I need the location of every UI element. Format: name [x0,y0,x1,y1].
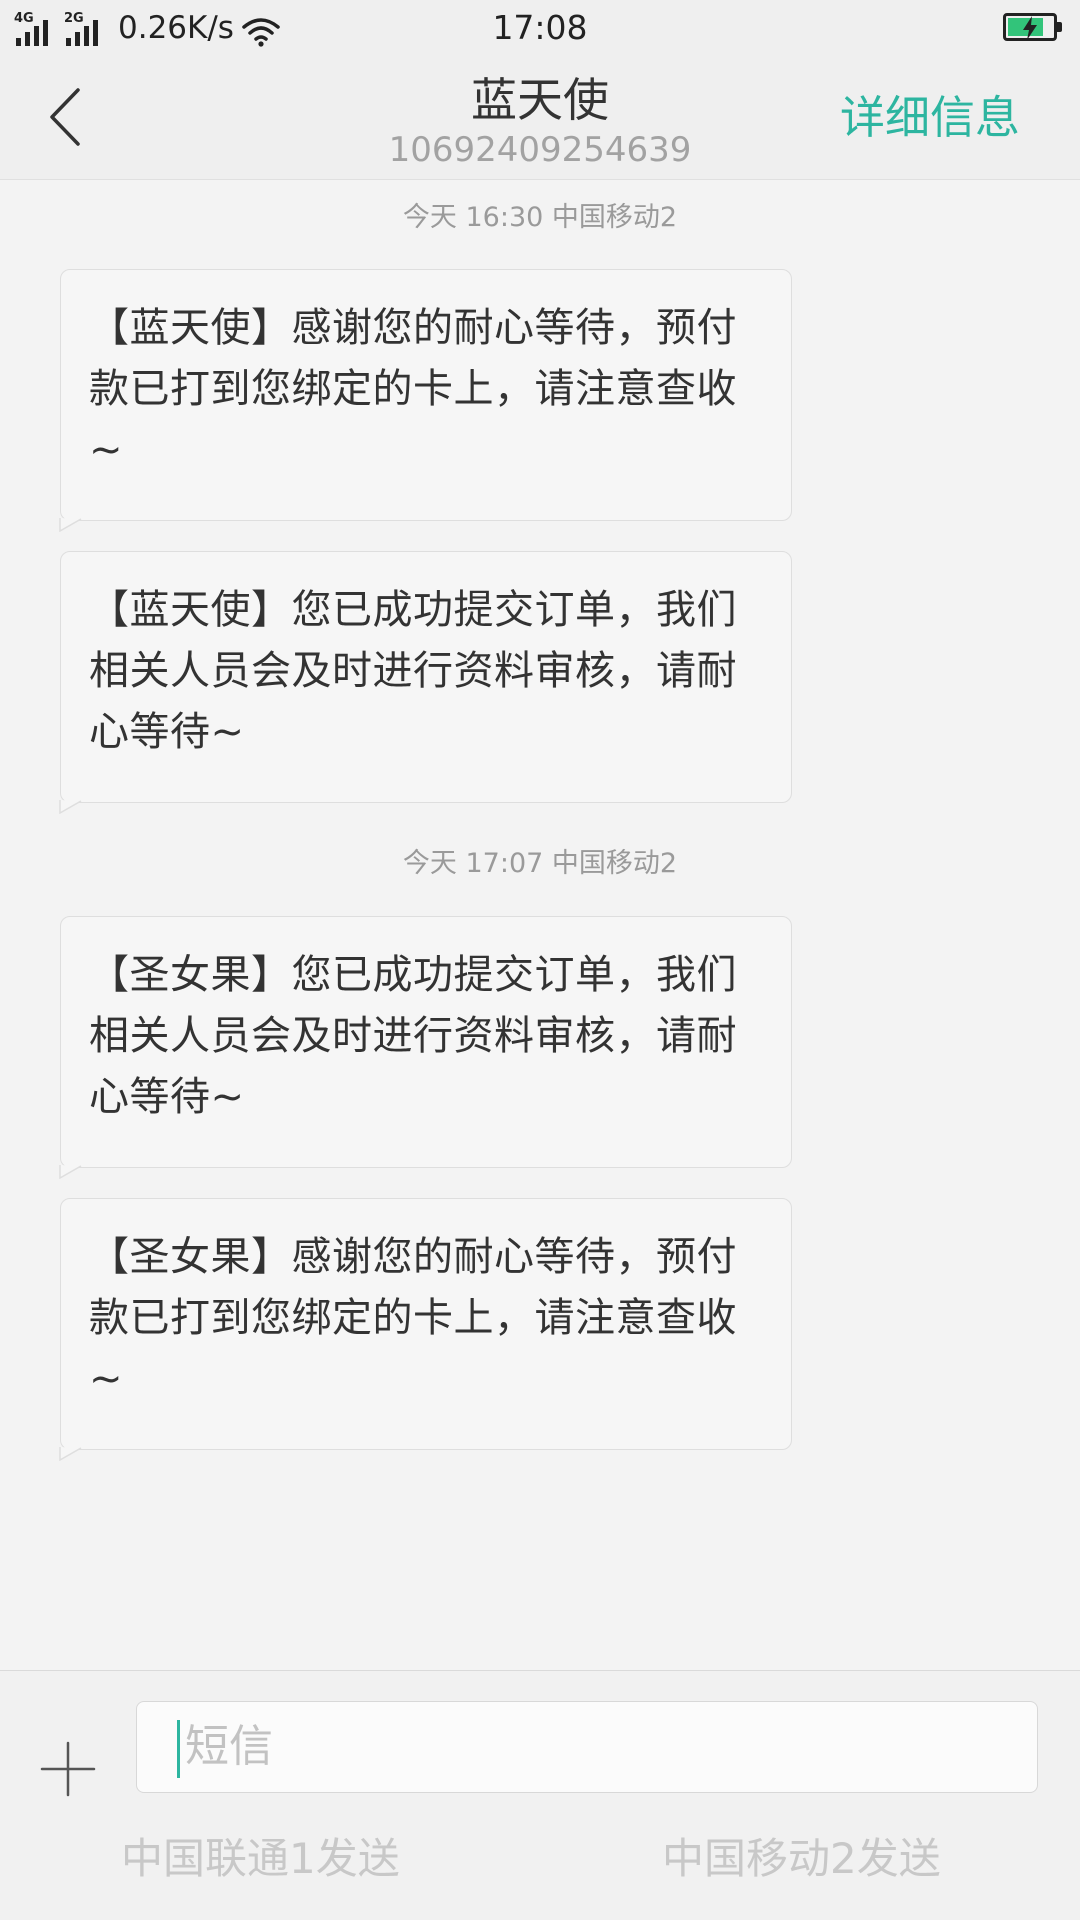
compose-bar: 短信 中国联通1发送 中国移动2发送 [0,1670,1080,1920]
message-input[interactable]: 短信 [136,1701,1038,1793]
message-bubble[interactable]: 【蓝天使】感谢您的耐心等待，预付款已打到您绑定的卡上，请注意查收~ [59,269,792,532]
message-bubble[interactable]: 【圣女果】感谢您的耐心等待，预付款已打到您绑定的卡上，请注意查收~ [59,1198,792,1461]
bubble-tail [59,518,82,532]
messaging-app: 4G 2G 0.26K/s 17:08 蓝天使 10692409254639 详… [0,0,1080,1920]
text-caret [177,1720,180,1778]
message-text: 【圣女果】您已成功提交订单，我们相关人员会及时进行资料审核，请耐心等待~ [89,952,737,1120]
conversation-header: 蓝天使 10692409254639 详细信息 [0,56,1080,180]
message-text: 【蓝天使】您已成功提交订单，我们相关人员会及时进行资料审核，请耐心等待~ [89,587,737,755]
message-text: 【蓝天使】感谢您的耐心等待，预付款已打到您绑定的卡上，请注意查收~ [89,305,737,473]
plus-icon[interactable] [38,1739,98,1799]
bubble-tail [59,1165,82,1179]
message-bubble[interactable]: 【圣女果】您已成功提交订单，我们相关人员会及时进行资料审核，请耐心等待~ [59,916,792,1179]
clock: 17:08 [492,8,588,47]
bubble-tail [59,1447,82,1461]
battery-charging-icon [1003,13,1062,41]
message-timestamp: 今天 17:07 中国移动2 [402,848,678,879]
send-sim2-button[interactable]: 中国移动2发送 [662,1829,941,1889]
send-sim1-button[interactable]: 中国联通1发送 [121,1829,400,1889]
charging-bolt-icon [1023,16,1037,40]
bubble-tail [59,800,82,814]
message-text: 【圣女果】感谢您的耐心等待，预付款已打到您绑定的卡上，请注意查收~ [89,1234,737,1402]
message-thread[interactable]: 今天 16:30 中国移动2 【蓝天使】感谢您的耐心等待，预付款已打到您绑定的卡… [0,180,1080,1670]
message-input-placeholder: 短信 [185,1721,273,1772]
message-timestamp: 今天 16:30 中国移动2 [402,202,678,233]
status-bar: 4G 2G 0.26K/s 17:08 [0,0,1080,56]
message-bubble[interactable]: 【蓝天使】您已成功提交订单，我们相关人员会及时进行资料审核，请耐心等待~ [59,551,792,814]
details-button[interactable]: 详细信息 [840,90,1020,146]
